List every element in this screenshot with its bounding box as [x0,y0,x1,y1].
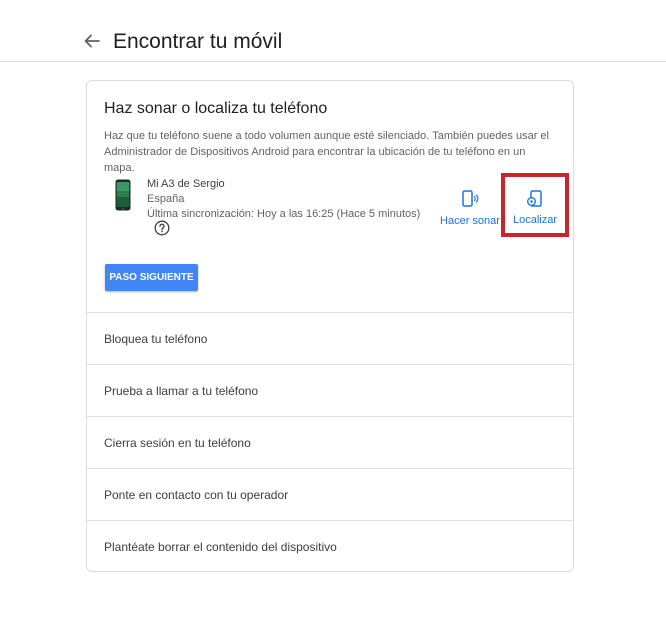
section-title: Haz sonar o localiza tu teléfono [104,100,328,117]
next-step-button[interactable]: PASO SIGUIENTE [105,264,198,291]
option-erase-device[interactable]: Plantéate borrar el contenido del dispos… [87,520,573,572]
option-contact-carrier[interactable]: Ponte en contacto con tu operador [87,468,573,520]
option-lock-phone[interactable]: Bloquea tu teléfono [87,312,573,364]
back-arrow-icon[interactable] [80,29,104,53]
phone-ring-icon [462,190,479,207]
section-description: Haz que tu teléfono suene a todo volumen… [104,130,549,174]
option-sign-out[interactable]: Cierra sesión en tu teléfono [87,416,573,468]
ring-phone-button[interactable]: Hacer sonar [437,189,503,228]
find-phone-card: Haz sonar o localiza tu teléfono Haz que… [86,80,574,572]
device-last-sync: Última sincronización: Hoy a las 16:25 (… [147,208,421,220]
page-title: Encontrar tu móvil [113,30,283,53]
locate-phone-label: Localizar [512,214,558,226]
phone-locate-icon [527,190,542,207]
device-country: España [147,193,185,205]
help-icon[interactable] [154,220,170,236]
ring-phone-label: Hacer sonar [440,215,500,227]
options-list: Bloquea tu teléfono Prueba a llamar a tu… [87,312,573,572]
device-name: Mi A3 de Sergio [147,178,225,190]
option-call-phone[interactable]: Prueba a llamar a tu teléfono [87,364,573,416]
top-bar: Encontrar tu móvil [0,0,666,62]
phone-image-icon [115,179,131,211]
locate-phone-button[interactable]: Localizar [501,173,569,237]
